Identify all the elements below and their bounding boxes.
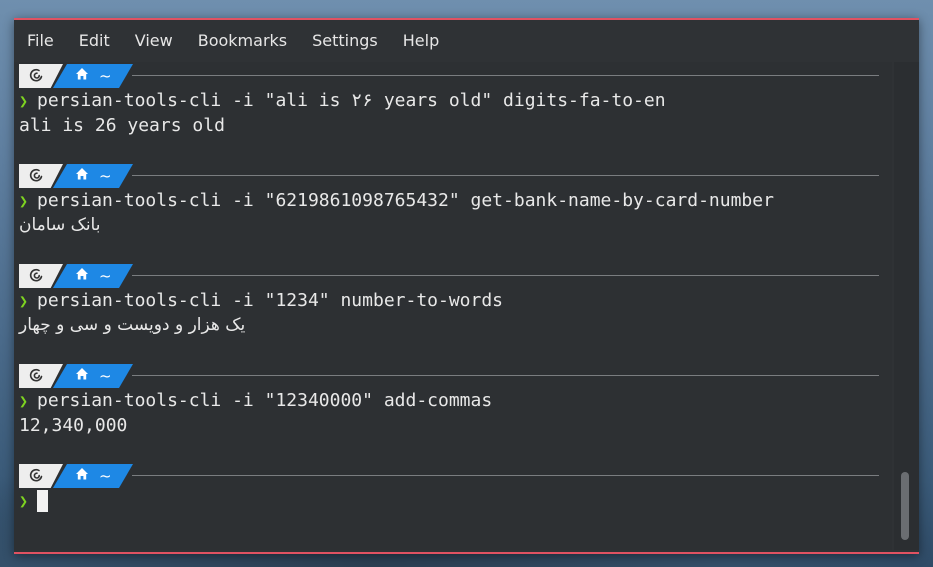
- prompt-rule: [132, 475, 879, 476]
- prompt-rule: [132, 375, 879, 376]
- dir-tilde: ~: [99, 267, 112, 285]
- dir-segment: ~: [53, 264, 133, 288]
- home-icon: [76, 68, 88, 80]
- scrollbar-thumb[interactable]: [901, 472, 909, 540]
- home-icon: [76, 168, 88, 180]
- dir-segment: ~: [53, 164, 133, 188]
- menu-settings[interactable]: Settings: [304, 27, 386, 54]
- command-output: 12,340,000: [19, 415, 128, 436]
- terminal-area[interactable]: ~ ❯ persian-tools-cli -i "ali is ۲۶ years…: [14, 62, 892, 550]
- menu-bookmarks[interactable]: Bookmarks: [190, 27, 295, 54]
- dir-tilde: ~: [99, 367, 112, 385]
- prompt-caret: ❯: [19, 392, 29, 410]
- home-icon: [76, 468, 88, 480]
- prompt-line: ~: [19, 362, 879, 388]
- home-icon: [76, 368, 88, 380]
- prompt-rule: [132, 275, 879, 276]
- command-line: ❯ persian-tools-cli -i "6219861098765432"…: [19, 188, 879, 213]
- command-input-line[interactable]: ❯: [19, 488, 879, 513]
- active-prompt-block: ~ ❯: [19, 462, 879, 513]
- prompt-caret: ❯: [19, 292, 29, 310]
- menu-bar: File Edit View Bookmarks Settings Help: [14, 20, 919, 60]
- dir-segment: ~: [53, 364, 133, 388]
- konsole-window: File Edit View Bookmarks Settings Help ~…: [14, 18, 919, 554]
- command-block: ~ ❯ persian-tools-cli -i "ali is ۲۶ years…: [19, 62, 879, 138]
- prompt-caret: ❯: [19, 192, 29, 210]
- command-block: ~ ❯ persian-tools-cli -i "621986109876543…: [19, 162, 879, 238]
- terminal-scrollbar[interactable]: [894, 62, 919, 550]
- debian-swirl-icon: [29, 68, 43, 82]
- debian-swirl-icon: [29, 468, 43, 482]
- home-icon: [76, 268, 88, 280]
- prompt-caret: ❯: [19, 92, 29, 110]
- menu-help[interactable]: Help: [395, 27, 447, 54]
- debian-swirl-icon: [29, 368, 43, 382]
- menu-file[interactable]: File: [19, 27, 62, 54]
- command-output: یک هزار و دویست و سی و چهار: [19, 315, 246, 335]
- dir-tilde: ~: [99, 67, 112, 85]
- prompt-line: ~: [19, 162, 879, 188]
- command-line: ❯ persian-tools-cli -i "ali is ۲۶ years o…: [19, 88, 879, 113]
- command-text: persian-tools-cli -i "12340000" add-comm…: [37, 390, 493, 411]
- prompt-line: ~: [19, 62, 879, 88]
- command-block: ~ ❯ persian-tools-cli -i "12340000" add-c…: [19, 362, 879, 438]
- debian-swirl-icon: [29, 168, 43, 182]
- menu-view[interactable]: View: [127, 27, 181, 54]
- command-output: ali is 26 years old: [19, 115, 225, 136]
- prompt-rule: [132, 175, 879, 176]
- dir-tilde: ~: [99, 467, 112, 485]
- dir-tilde: ~: [99, 167, 112, 185]
- command-text: persian-tools-cli -i "6219861098765432" …: [37, 190, 774, 211]
- prompt-line: ~: [19, 462, 879, 488]
- command-line: ❯ persian-tools-cli -i "12340000" add-com…: [19, 388, 879, 413]
- debian-swirl-icon: [29, 268, 43, 282]
- prompt-rule: [132, 75, 879, 76]
- command-output: بانک سامان: [19, 215, 101, 235]
- prompt-caret: ❯: [19, 492, 29, 510]
- text-cursor: [37, 490, 49, 512]
- command-block: ~ ❯ persian-tools-cli -i "1234" number-to…: [19, 262, 879, 338]
- command-line: ❯ persian-tools-cli -i "1234" number-to-w…: [19, 288, 879, 313]
- dir-segment: ~: [53, 464, 133, 488]
- dir-segment: ~: [53, 64, 133, 88]
- command-text: persian-tools-cli -i "1234" number-to-wo…: [37, 290, 504, 311]
- command-text: persian-tools-cli -i "ali is ۲۶ years ol…: [37, 90, 666, 111]
- menu-edit[interactable]: Edit: [71, 27, 118, 54]
- prompt-line: ~: [19, 262, 879, 288]
